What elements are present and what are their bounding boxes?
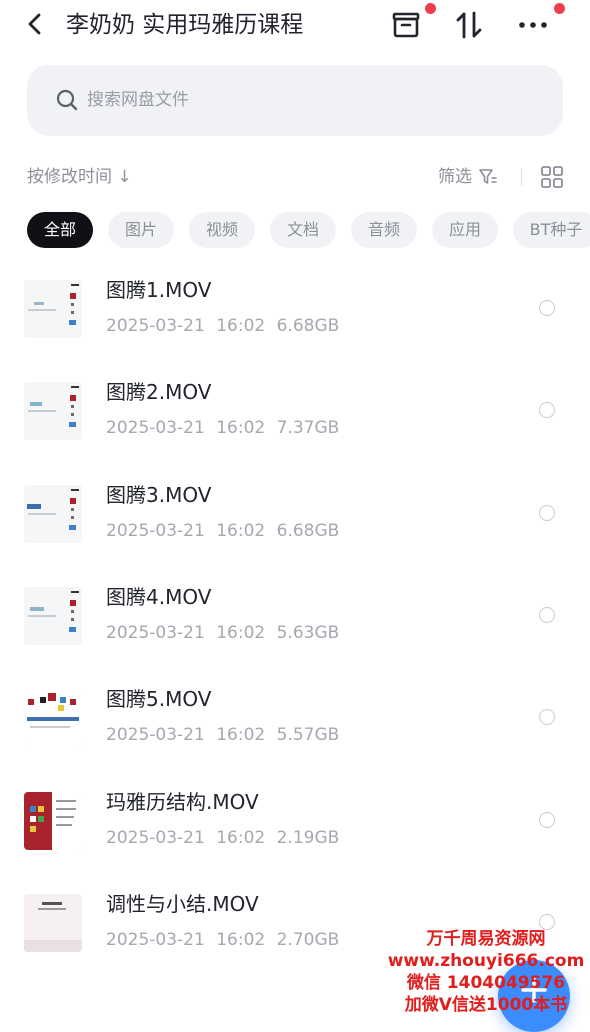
filter-label: 筛选 [438,167,472,187]
file-size: 5.57GB [276,725,340,745]
file-date: 2025-03-21 [106,930,205,950]
file-type-filter-tabs: 全部 图片 视频 文档 音频 应用 BT种子 [27,212,590,250]
select-radio[interactable] [539,505,555,521]
file-name: 图腾2.MOV [106,380,212,404]
video-thumbnail [24,689,82,747]
file-time: 16:02 [216,521,266,541]
divider [521,168,522,186]
file-time: 16:02 [216,725,266,745]
file-row[interactable]: 图腾3.MOV 2025-03-21 16:02 6.68GB [0,483,590,587]
file-time: 16:02 [216,623,266,643]
video-thumbnail [24,792,82,850]
file-time: 16:02 [216,828,266,848]
file-time: 16:02 [216,418,266,438]
file-meta: 2025-03-21 16:02 2.19GB [106,826,345,850]
tab-bt-torrents[interactable]: BT种子 [513,212,590,248]
top-bar: 李奶奶 实用玛雅历课程 [0,0,590,52]
tab-all[interactable]: 全部 [27,212,93,248]
file-name: 图腾3.MOV [106,483,212,507]
file-name: 图腾4.MOV [106,585,212,609]
file-row[interactable]: 玛雅历结构.MOV 2025-03-21 16:02 2.19GB [0,790,590,894]
sort-by-modified-time[interactable]: 按修改时间 ↓ [27,164,132,190]
select-radio[interactable] [539,300,555,316]
file-name: 图腾5.MOV [106,687,212,711]
file-date: 2025-03-21 [106,623,205,643]
watermark-line: 万千周易资源网 [426,929,546,949]
file-date: 2025-03-21 [106,725,205,745]
file-size: 6.68GB [276,521,340,541]
search-icon [55,88,79,112]
file-date: 2025-03-21 [106,521,205,541]
chevron-left-icon[interactable] [24,10,48,38]
sort-arrows-icon[interactable] [452,8,486,42]
video-thumbnail [24,587,82,645]
tab-documents[interactable]: 文档 [270,212,336,248]
file-row[interactable]: 图腾2.MOV 2025-03-21 16:02 7.37GB [0,380,590,484]
file-name: 玛雅历结构.MOV [106,790,259,814]
select-radio[interactable] [539,709,555,725]
file-size: 7.37GB [276,418,340,438]
watermark-line: www.zhouyi666.com [387,951,585,971]
file-time: 16:02 [216,316,266,336]
watermark-line: 微信 1404049576 [406,973,566,993]
file-meta: 2025-03-21 16:02 7.37GB [106,416,345,440]
video-thumbnail [24,894,82,952]
file-row[interactable]: 图腾5.MOV 2025-03-21 16:02 5.57GB [0,687,590,791]
file-meta: 2025-03-21 16:02 6.68GB [106,314,345,338]
select-radio[interactable] [539,812,555,828]
notification-dot [554,3,565,14]
tab-apps[interactable]: 应用 [432,212,498,248]
file-size: 2.19GB [276,828,340,848]
file-meta: 2025-03-21 16:02 6.68GB [106,519,345,543]
file-meta: 2025-03-21 16:02 5.63GB [106,621,345,645]
filter-button[interactable]: 筛选 [438,164,498,190]
file-name: 调性与小结.MOV [106,892,259,916]
tab-images[interactable]: 图片 [108,212,174,248]
watermark-line: 加微V信送1000本书 [404,995,568,1015]
tab-audio[interactable]: 音频 [351,212,417,248]
file-meta: 2025-03-21 16:02 5.57GB [106,723,345,747]
file-size: 6.68GB [276,316,340,336]
select-radio[interactable] [539,607,555,623]
file-time: 16:02 [216,930,266,950]
select-radio[interactable] [539,402,555,418]
notification-dot [425,3,436,14]
archive-box-icon[interactable] [389,3,436,42]
video-thumbnail [24,280,82,338]
file-name: 图腾1.MOV [106,278,212,302]
search-bar[interactable] [27,65,563,136]
page-title: 李奶奶 实用玛雅历课程 [66,12,304,38]
video-thumbnail [24,485,82,543]
search-input[interactable] [87,83,507,117]
file-row[interactable]: 图腾4.MOV 2025-03-21 16:02 5.63GB [0,585,590,689]
file-size: 5.63GB [276,623,340,643]
grid-view-icon[interactable] [540,165,564,189]
watermark-overlay: 万千周易资源网 www.zhouyi666.com 微信 1404049576 … [386,928,586,1016]
file-date: 2025-03-21 [106,316,205,336]
file-date: 2025-03-21 [106,418,205,438]
file-size: 2.70GB [276,930,340,950]
file-row[interactable]: 图腾1.MOV 2025-03-21 16:02 6.68GB [0,278,590,382]
tab-videos[interactable]: 视频 [189,212,255,248]
more-dots-icon[interactable] [516,3,565,42]
file-meta: 2025-03-21 16:02 2.70GB [106,928,345,952]
file-date: 2025-03-21 [106,828,205,848]
video-thumbnail [24,382,82,440]
filter-funnel-icon [478,167,498,187]
